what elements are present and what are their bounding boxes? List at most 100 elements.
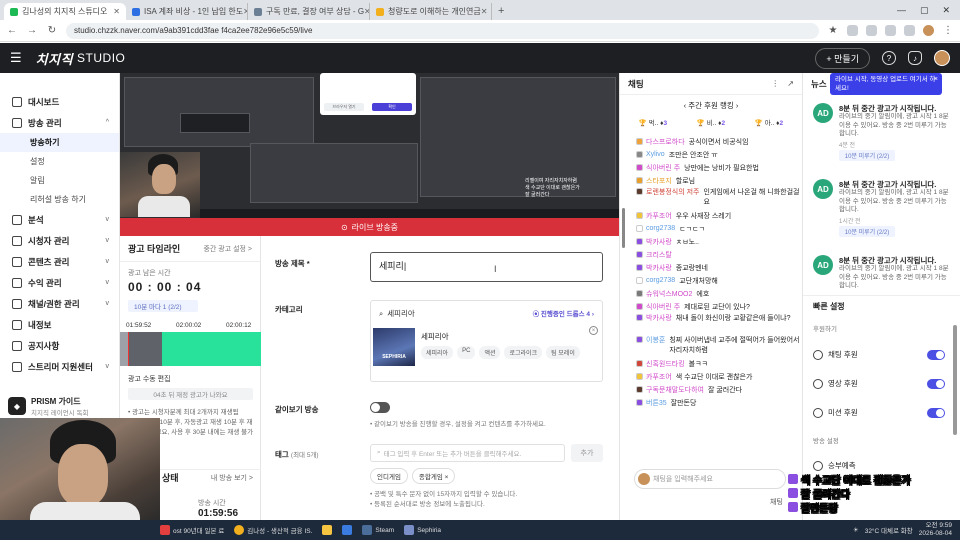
chat-nickname[interactable]: Xylivo <box>646 151 665 158</box>
rank-entry[interactable]: 🏆 아.. ♦2 <box>755 117 783 127</box>
hamburger-icon[interactable]: ☰ <box>10 50 22 66</box>
tag-add-button[interactable]: 추가 <box>571 444 603 462</box>
chat-message[interactable]: 슈워넉스MOO2 에호 <box>620 287 803 300</box>
sidebar-item-revenue[interactable]: 수익 관리 v <box>0 272 119 293</box>
close-icon[interactable]: ✕ <box>481 7 488 16</box>
title-input[interactable]: 세피리| <box>370 252 603 282</box>
avatar[interactable] <box>934 50 950 66</box>
chat-message[interactable]: 크리스탈 <box>620 248 803 261</box>
chat-nickname[interactable]: 식아버린 주 <box>646 302 680 312</box>
chat-nickname[interactable]: corg2738 <box>646 225 675 232</box>
chat-message[interactable]: 식아버린 주 낭만에는 낭비가 필요한법 <box>620 161 803 174</box>
browser-tab-0[interactable]: 김나성의 치지직 스튜디오 ✕ <box>4 3 126 20</box>
sidebar-item-analytics[interactable]: 분석 v <box>0 209 119 230</box>
sidebar-item-support[interactable]: 스트리머 지원센터 v <box>0 356 119 377</box>
drops-badge[interactable]: ⦿ 진행중인 드롭스 4 › <box>533 308 594 318</box>
midroll-settings-link[interactable]: 중간 광고 설정 > <box>203 244 252 254</box>
browser-tab-1[interactable]: ISA 계좌 비상 - 1인 납입 한도✕ <box>126 3 248 20</box>
extension-icon[interactable] <box>904 25 915 36</box>
taskbar-app[interactable] <box>342 525 353 535</box>
sidebar-item-channel[interactable]: 채널/권한 관리 v <box>0 293 119 314</box>
url-field[interactable]: studio.chzzk.naver.com/a9ab391cdd3fae f4… <box>66 22 819 39</box>
prediction-row[interactable]: 승부예측 <box>813 460 945 471</box>
close-window-icon[interactable]: ✕ <box>942 5 950 16</box>
chevron-right-icon[interactable]: › <box>734 101 739 110</box>
help-icon[interactable]: ? <box>882 51 896 65</box>
tag-chip[interactable]: 종합게임 × <box>411 468 456 484</box>
star-icon[interactable]: ★ <box>827 25 839 36</box>
browser-tab-3[interactable]: 청량도로 이해하는 개인연금 ✕ <box>370 3 492 20</box>
extension-icon[interactable] <box>866 25 877 36</box>
chat-send-button[interactable]: 채팅 <box>770 497 783 507</box>
chat-message[interactable]: Xylivo 조만은 안조안 ㅠ <box>620 148 803 161</box>
close-icon[interactable]: × <box>589 326 598 335</box>
back-icon[interactable]: ← <box>6 25 18 36</box>
chat-message[interactable]: 버튼35 잘만돈당 <box>620 396 803 409</box>
chat-message[interactable]: 스타포지 할로님 <box>620 174 803 187</box>
chat-nickname[interactable]: 버튼35 <box>646 398 667 408</box>
close-icon[interactable]: × <box>934 75 938 84</box>
chat-message[interactable]: 이봉훈 칭찌 사이버냅네 교주에 절떡어가 들어왔어서 자리자치하렴 <box>620 335 803 357</box>
sidebar-item-notice[interactable]: 공지사항 <box>0 335 119 356</box>
chat-nickname[interactable]: 이봉훈 <box>646 336 665 346</box>
chat-nickname[interactable]: 박카사랑 <box>646 237 672 247</box>
chat-message[interactable]: 카푸조어 색 수교단 이대로 괜찮은가 <box>620 370 803 383</box>
more-icon[interactable]: ⋮ <box>771 79 779 88</box>
video-donation-toggle[interactable] <box>927 378 945 389</box>
sidebar-item-profile[interactable]: 내정보 <box>0 314 119 335</box>
reload-icon[interactable]: ↻ <box>46 25 58 36</box>
maximize-icon[interactable]: ▢ <box>920 5 929 16</box>
bell-icon[interactable]: ♪ <box>908 51 922 65</box>
taskbar-app[interactable]: Sephiria <box>404 525 441 535</box>
extension-icon[interactable] <box>885 25 896 36</box>
chat-nickname[interactable]: 로렌봉정식의 저주 <box>646 188 699 198</box>
chat-nickname[interactable]: 박카사랑 <box>646 314 672 324</box>
tag-chip[interactable]: 인디게임 <box>370 468 408 484</box>
weather-text[interactable]: 32°C 대체로 화창 <box>865 525 913 535</box>
ad-manual-button[interactable]: 04초 뒤 재정 광고가 나와요 <box>128 388 253 400</box>
forward-icon[interactable]: → <box>26 25 38 36</box>
menu-dots-icon[interactable]: ⋮ <box>942 25 954 36</box>
chat-nickname[interactable]: 다스프로하다 <box>646 137 685 147</box>
make-button[interactable]: + 만들기 <box>815 47 870 69</box>
chat-nickname[interactable]: 크리스탈 <box>646 250 672 260</box>
close-icon[interactable]: ✕ <box>113 7 120 16</box>
news-postpone-button[interactable]: 10분 미루기 (2/2) <box>839 150 895 161</box>
chat-nickname[interactable]: 카푸조어 <box>646 211 672 221</box>
rank-entry[interactable]: 🏆 비.. ♦2 <box>697 117 725 127</box>
chat-message[interactable]: 신혹원드타킹 볼ㅋㅋ <box>620 357 803 370</box>
my-broadcast-link[interactable]: 내 방송 보기 > <box>211 473 253 483</box>
profile-icon[interactable] <box>923 25 934 36</box>
popout-icon[interactable]: ↗ <box>787 79 794 88</box>
category-search[interactable]: ⌕ 세피리아 <box>379 308 415 319</box>
news-postpone-button[interactable]: 10분 미루기 (2/2) <box>839 226 895 237</box>
sidebar-sub-rehearsal[interactable]: 리허설 방송 하기 <box>0 190 119 209</box>
taskbar-app[interactable] <box>322 525 333 535</box>
sidebar-item-content[interactable]: 콘텐츠 관리 v <box>0 251 119 272</box>
taskbar-app[interactable]: Steam <box>362 525 394 535</box>
tag-input[interactable]: ⌕ 태그 입력 후 Enter 또는 추가 버튼을 클릭해주세요. <box>370 444 565 462</box>
mission-donation-toggle[interactable] <box>927 407 945 418</box>
browser-tab-2[interactable]: 구독 만료, 결장 여부 상담 - G✕ <box>248 3 370 20</box>
chat-donation-toggle[interactable] <box>927 349 945 360</box>
chat-message[interactable]: 박카사랑 채내 돌이 화신이랑 교황같은애 들이냐? <box>620 313 803 335</box>
sidebar-item-viewers[interactable]: 시청자 관리 v <box>0 230 119 251</box>
sidebar-item-dashboard[interactable]: 대시보드 <box>0 91 119 112</box>
minimize-icon[interactable]: — <box>897 5 906 15</box>
sidebar-sub-settings[interactable]: 설정 <box>0 152 119 171</box>
watch-party-toggle[interactable] <box>370 402 390 413</box>
chat-message[interactable]: 박카사랑 ㅊㅂ노.. <box>620 235 803 248</box>
ad-postpone-button[interactable]: 10분 마다 1 (2/2) <box>128 300 198 312</box>
chat-nickname[interactable]: 카푸조어 <box>646 372 672 382</box>
chat-message[interactable]: 로렌봉정식의 저주 인게임에서 나온걸 해 니화한걸걸요 <box>620 187 803 209</box>
chat-nickname[interactable]: 스타포지 <box>646 176 672 186</box>
chat-nickname[interactable]: 식아버린 주 <box>646 163 680 173</box>
rank-entry[interactable]: 🏆 먹.. ♦3 <box>639 117 667 127</box>
right-panel-scrollbar[interactable] <box>953 325 957 435</box>
prism-guide[interactable]: ◆ PRISM 가이드 치지직 레이언시 독회 <box>8 391 112 421</box>
extension-icon[interactable] <box>847 25 858 36</box>
chat-input[interactable]: 채팅을 입력해주세요 <box>634 469 786 489</box>
chat-message[interactable]: corg2738 ㄷㄱㄷㄱ <box>620 222 803 235</box>
chat-nickname[interactable]: 슈워넉스MOO2 <box>646 289 692 299</box>
chat-message[interactable]: 다스프로하다 공식이면서 비공식임 <box>620 135 803 148</box>
